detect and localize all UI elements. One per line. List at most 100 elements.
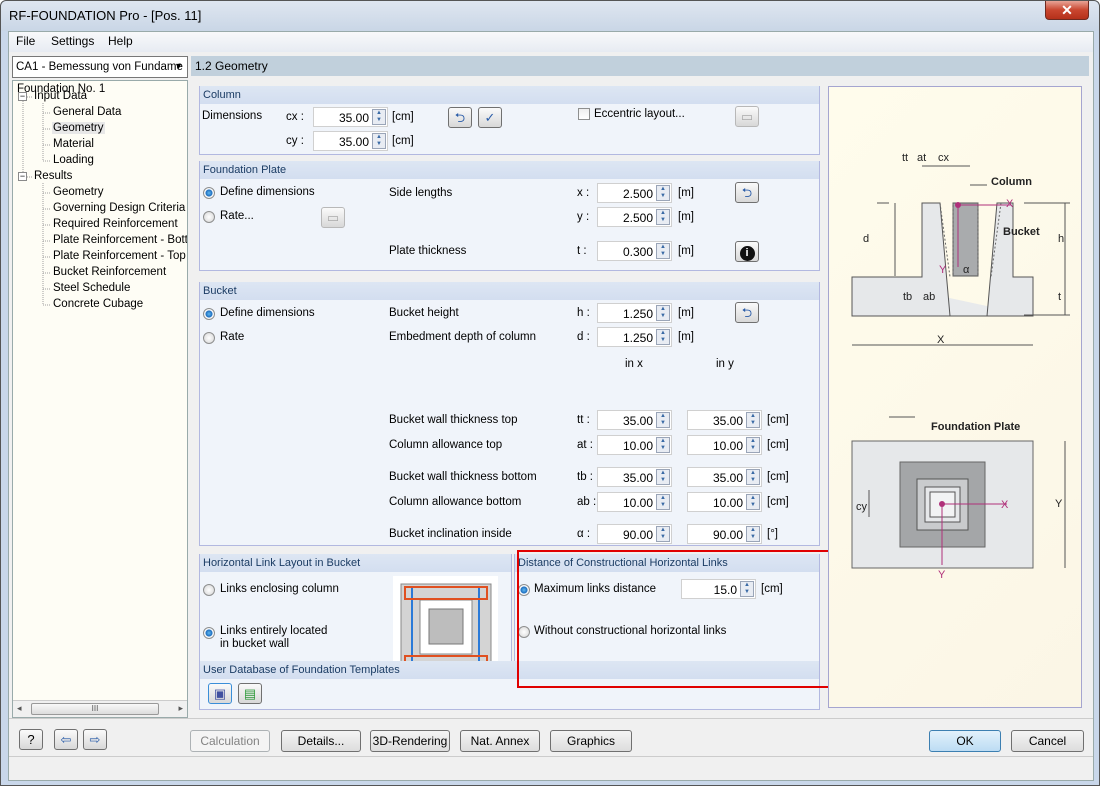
arrow-left-icon: ⇦ bbox=[60, 732, 72, 747]
tree-item-loading[interactable]: Loading bbox=[53, 154, 94, 166]
col-header-x: in x bbox=[625, 358, 643, 370]
plate-y-input[interactable]: 2.500 ▲ ▼ bbox=[597, 207, 672, 227]
nat-annex-button[interactable]: Nat. Annex bbox=[460, 730, 540, 752]
bucket-h-input[interactable]: 1.250 ▲ ▼ bbox=[597, 303, 672, 323]
tree-item-geometry-input[interactable]: Geometry bbox=[52, 122, 105, 134]
bucket-row-x-input[interactable]: 35.00 ▲ ▼ bbox=[597, 467, 672, 487]
tree-item-plate-reinf-top[interactable]: Plate Reinforcement - Top bbox=[53, 250, 186, 262]
scroll-right-icon[interactable]: ▸ bbox=[178, 703, 183, 714]
scroll-left-icon[interactable]: ◂ bbox=[17, 703, 22, 714]
plate-t-input[interactable]: 0.300 ▲ ▼ bbox=[597, 241, 672, 261]
tree-item-plate-reinf-bottom[interactable]: Plate Reinforcement - Botto bbox=[53, 234, 187, 246]
bucket-row-y-input[interactable]: 35.00 ▲ ▼ bbox=[687, 467, 762, 487]
details-button[interactable]: Details... bbox=[281, 730, 361, 752]
bucket-row-y-input[interactable]: 35.00 ▲ ▼ bbox=[687, 410, 762, 430]
3d-rendering-button[interactable]: 3D-Rendering bbox=[370, 730, 450, 752]
tree-input-data[interactable]: Input Data bbox=[34, 90, 87, 102]
eccentric-edit-button[interactable]: ▭ bbox=[735, 106, 759, 127]
bucket-row-x-input[interactable]: 90.00 ▲ ▼ bbox=[597, 524, 672, 544]
section-view: X Y tt at cx Column Bucket d h t α tb ab… bbox=[851, 152, 1070, 346]
spinner-icon[interactable]: ▲ ▼ bbox=[656, 437, 670, 453]
bucket-row-x-input[interactable]: 10.00 ▲ ▼ bbox=[597, 435, 672, 455]
bucket-row-y-input[interactable]: 90.00 ▲ ▼ bbox=[687, 524, 762, 544]
checklist-icon: ✓ bbox=[484, 110, 496, 125]
plate-x-input[interactable]: 2.500 ▲ ▼ bbox=[597, 183, 672, 203]
spinner-icon[interactable]: ▲ ▼ bbox=[746, 469, 760, 485]
scrollbar-thumb[interactable]: III bbox=[31, 703, 159, 715]
links-enclosing-radio[interactable] bbox=[203, 584, 215, 596]
ok-button[interactable]: OK bbox=[929, 730, 1001, 752]
window-title: RF-FOUNDATION Pro - [Pos. 11] bbox=[9, 8, 202, 23]
links-wall-radio[interactable] bbox=[203, 627, 215, 639]
bucket-rate-radio[interactable] bbox=[203, 332, 215, 344]
plate-rate-button[interactable]: ▭ bbox=[321, 207, 345, 228]
bucket-row-unit: [cm] bbox=[767, 439, 789, 451]
info-button[interactable]: i bbox=[735, 241, 759, 262]
bucket-define-radio[interactable] bbox=[203, 308, 215, 320]
bucket-row-label: Bucket inclination inside bbox=[389, 528, 512, 540]
menu-settings[interactable]: Settings bbox=[51, 34, 94, 48]
eccentric-checkbox[interactable] bbox=[578, 108, 590, 120]
tree-item-concrete-cubage[interactable]: Concrete Cubage bbox=[53, 298, 143, 310]
load-case-dropdown[interactable]: CA1 - Bemessung von Fundame ▼ bbox=[12, 56, 188, 78]
plate-define-radio[interactable] bbox=[203, 187, 215, 199]
spinner-icon[interactable]: ▲ ▼ bbox=[746, 526, 760, 542]
embedment-label: Embedment depth of column bbox=[389, 331, 537, 343]
tree-item-required-reinforcement[interactable]: Required Reinforcement bbox=[53, 218, 178, 230]
tree-item-general-data[interactable]: General Data bbox=[53, 106, 121, 118]
collapse-icon[interactable]: − bbox=[18, 172, 27, 181]
close-button[interactable]: ✕ bbox=[1045, 1, 1089, 20]
next-button[interactable]: ⇨ bbox=[83, 729, 107, 750]
previous-button[interactable]: ⇦ bbox=[54, 729, 78, 750]
plate-thickness-label: Plate thickness bbox=[389, 245, 467, 257]
tree-item-steel-schedule[interactable]: Steel Schedule bbox=[53, 282, 130, 294]
spinner-icon[interactable]: ▲ ▼ bbox=[656, 243, 670, 259]
horizontal-scrollbar[interactable]: ◂ III ▸ bbox=[13, 700, 187, 717]
section-library-button[interactable]: ✓ bbox=[478, 107, 502, 128]
cancel-button[interactable]: Cancel bbox=[1011, 730, 1084, 752]
plate-t-value: 0.300 bbox=[622, 245, 653, 259]
spinner-icon[interactable]: ▲ ▼ bbox=[746, 437, 760, 453]
spinner-icon[interactable]: ▲ ▼ bbox=[656, 305, 670, 321]
bucket-row-x-input[interactable]: 35.00 ▲ ▼ bbox=[597, 410, 672, 430]
tree-item-material[interactable]: Material bbox=[53, 138, 94, 150]
tree-item-governing-criteria[interactable]: Governing Design Criteria bbox=[53, 202, 185, 214]
tree-results[interactable]: Results bbox=[34, 170, 72, 182]
bucket-row-y-input[interactable]: 10.00 ▲ ▼ bbox=[687, 492, 762, 512]
spinner-icon[interactable]: ▲ ▼ bbox=[746, 494, 760, 510]
bucket-row-y-value: 90.00 bbox=[712, 528, 743, 542]
bucket-d-input[interactable]: 1.250 ▲ ▼ bbox=[597, 327, 672, 347]
import-button[interactable]: ⮌ bbox=[448, 107, 472, 128]
spinner-icon[interactable]: ▲ ▼ bbox=[656, 329, 670, 345]
help-button[interactable]: ? bbox=[19, 729, 43, 750]
plate-rate-radio[interactable] bbox=[203, 211, 215, 223]
menu-file[interactable]: File bbox=[16, 34, 35, 48]
spinner-icon[interactable]: ▲ ▼ bbox=[372, 109, 386, 125]
menu-help[interactable]: Help bbox=[108, 34, 133, 48]
spinner-icon[interactable]: ▲ ▼ bbox=[656, 185, 670, 201]
plate-import-button[interactable]: ⮌ bbox=[735, 182, 759, 203]
tree-item-bucket-reinforcement[interactable]: Bucket Reinforcement bbox=[53, 266, 166, 278]
load-template-button[interactable]: ▤ bbox=[238, 683, 262, 704]
spinner-icon[interactable]: ▲ ▼ bbox=[656, 526, 670, 542]
spinner-icon[interactable]: ▲ ▼ bbox=[656, 412, 670, 428]
spinner-icon[interactable]: ▲ ▼ bbox=[746, 412, 760, 428]
bucket-row-y-value: 35.00 bbox=[712, 414, 743, 428]
bucket-row-y-input[interactable]: 10.00 ▲ ▼ bbox=[687, 435, 762, 455]
navigator-tree: Foundation No. 1 − Input Data General Da… bbox=[12, 80, 188, 718]
cx-input[interactable]: 35.00 ▲ ▼ bbox=[313, 107, 388, 127]
bucket-row-x-input[interactable]: 10.00 ▲ ▼ bbox=[597, 492, 672, 512]
tree-item-geometry-results[interactable]: Geometry bbox=[53, 186, 104, 198]
return-arrow-icon: ⮌ bbox=[454, 110, 466, 125]
calculation-button[interactable]: Calculation bbox=[190, 730, 270, 752]
spinner-icon[interactable]: ▲ ▼ bbox=[656, 209, 670, 225]
bucket-import-button[interactable]: ⮌ bbox=[735, 302, 759, 323]
save-template-button[interactable]: ▣ bbox=[208, 683, 232, 704]
y-unit: [m] bbox=[678, 211, 694, 223]
collapse-icon[interactable]: − bbox=[18, 92, 27, 101]
graphics-button[interactable]: Graphics bbox=[550, 730, 632, 752]
spinner-icon[interactable]: ▲ ▼ bbox=[372, 133, 386, 149]
spinner-icon[interactable]: ▲ ▼ bbox=[656, 469, 670, 485]
spinner-icon[interactable]: ▲ ▼ bbox=[656, 494, 670, 510]
cy-input[interactable]: 35.00 ▲ ▼ bbox=[313, 131, 388, 151]
